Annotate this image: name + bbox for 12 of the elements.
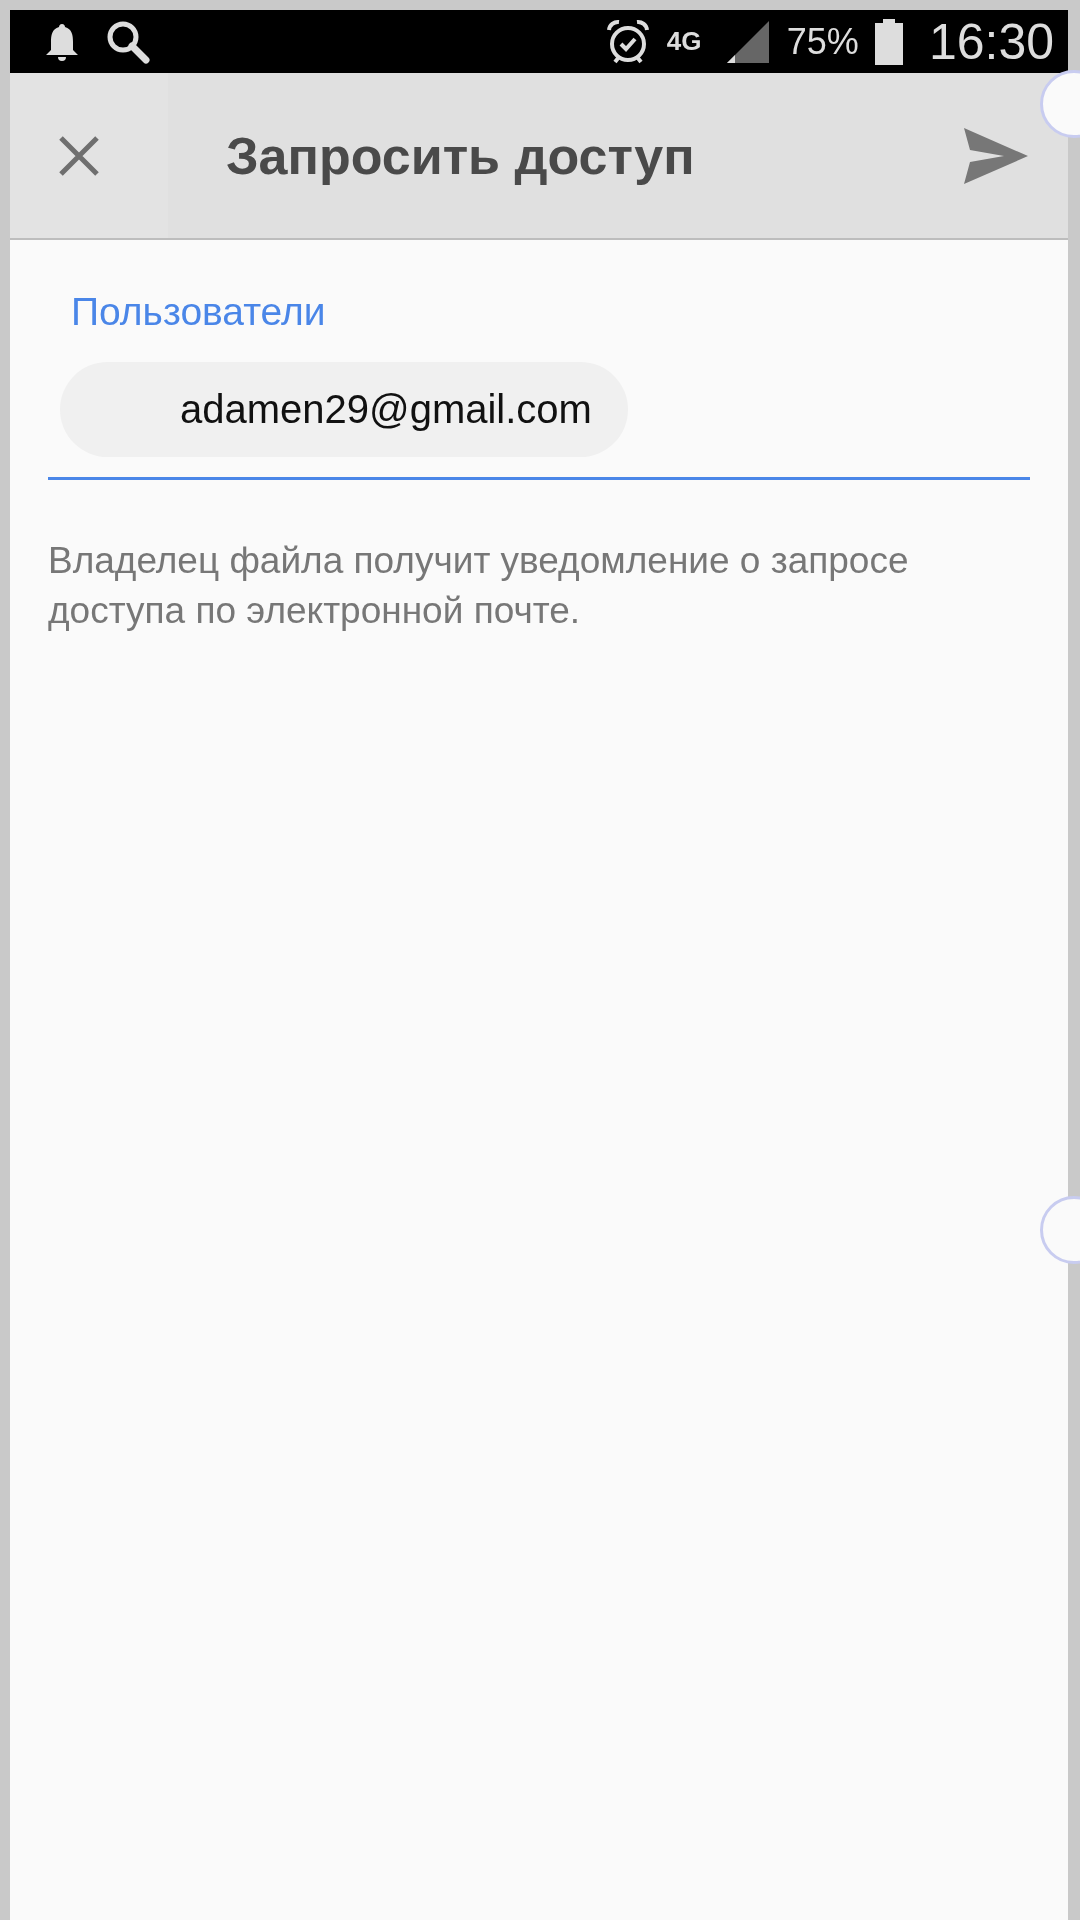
close-icon xyxy=(57,133,101,178)
send-icon xyxy=(964,127,1028,184)
field-label: Пользователи xyxy=(71,290,327,334)
clock: 16:30 xyxy=(928,12,1054,71)
recipient-chip[interactable]: adamen29@gmail.com xyxy=(60,362,628,457)
alarm-icon xyxy=(604,17,651,66)
screen-title: Запросить доступ xyxy=(225,125,696,186)
battery-icon xyxy=(874,18,903,65)
network-type: 4G xyxy=(666,26,703,57)
info-text: Владелец файла получит уведомление о запросе доступа по электронной почте. xyxy=(48,539,910,633)
recipients-field[interactable]: adamen29@gmail.com xyxy=(48,362,1030,480)
battery-percent: 75% xyxy=(786,20,859,63)
